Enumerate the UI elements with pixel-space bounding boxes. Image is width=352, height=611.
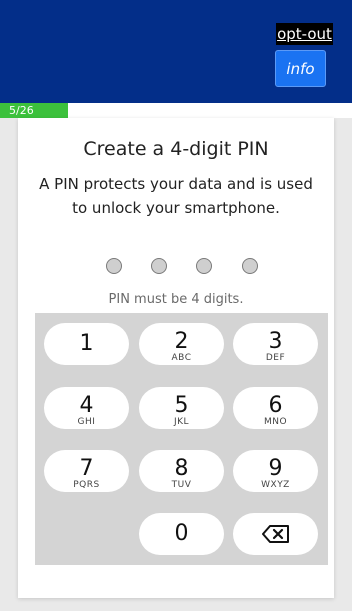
pin-dot-2 [151, 258, 167, 274]
key-digit: 2 [174, 329, 189, 354]
key-digit: 3 [268, 329, 283, 354]
key-digit: 5 [174, 393, 189, 418]
key-letters: ABC [171, 353, 192, 363]
key-7[interactable]: 7 PQRS [44, 450, 129, 492]
key-letters: PQRS [73, 480, 100, 490]
key-letters: DEF [265, 353, 286, 363]
key-digit: 7 [79, 456, 94, 481]
key-letters: MNO [263, 417, 288, 427]
key-9[interactable]: 9 WXYZ [233, 450, 318, 492]
key-letters: GHI [77, 417, 96, 427]
pin-dot-1 [106, 258, 122, 274]
pin-description: A PIN protects your data and is used to … [39, 175, 313, 217]
backspace-icon [261, 525, 289, 543]
backspace-button[interactable] [233, 513, 318, 555]
progress-bar: 5/26 [0, 103, 352, 118]
opt-out-link[interactable]: opt-out [276, 23, 333, 45]
key-digit: 6 [268, 393, 283, 418]
key-4[interactable]: 4 GHI [44, 387, 129, 429]
key-digit: 8 [174, 456, 189, 481]
key-6[interactable]: 6 MNO [233, 387, 318, 429]
key-2[interactable]: 2 ABC [139, 323, 224, 365]
pin-dot-4 [242, 258, 258, 274]
pin-error-message: PIN must be 4 digits. [108, 292, 244, 307]
key-digit: 0 [174, 521, 189, 546]
key-letters: TUV [171, 480, 192, 490]
key-5[interactable]: 5 JKL [139, 387, 224, 429]
page-title: Create a 4-digit PIN [83, 138, 269, 160]
info-button[interactable]: info [275, 50, 326, 87]
key-1[interactable]: 1 [44, 323, 129, 365]
key-digit: 4 [79, 393, 94, 418]
pin-dot-3 [196, 258, 212, 274]
key-digit: 9 [268, 456, 283, 481]
key-0[interactable]: 0 [139, 513, 224, 555]
numeric-keypad: 1 2 ABC 3 DEF 4 GHI 5 JKL 6 MNO 7 PQRS 8… [35, 313, 328, 565]
app-header: opt-out info [0, 0, 352, 103]
key-letters: WXYZ [261, 480, 290, 490]
key-digit: 1 [79, 331, 94, 356]
key-letters: JKL [173, 417, 190, 427]
progress-label: 5/26 [9, 104, 34, 117]
key-8[interactable]: 8 TUV [139, 450, 224, 492]
key-3[interactable]: 3 DEF [233, 323, 318, 365]
